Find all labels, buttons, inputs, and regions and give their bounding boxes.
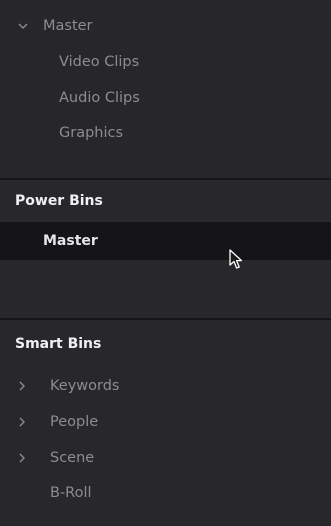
sub-bin-audio-clips[interactable]: Audio Clips bbox=[0, 84, 331, 112]
master-bin-label: Master bbox=[43, 18, 93, 34]
sub-bin-video-clips[interactable]: Video Clips bbox=[0, 48, 331, 76]
smart-bins-header: Smart Bins bbox=[0, 330, 331, 358]
power-bins-title: Power Bins bbox=[15, 193, 103, 209]
sub-bin-label: Audio Clips bbox=[59, 90, 140, 106]
power-bins-header: Power Bins bbox=[0, 187, 331, 215]
mouse-cursor-icon bbox=[229, 249, 245, 271]
sub-bin-label: Graphics bbox=[59, 125, 124, 141]
smart-bin-label: B-Roll bbox=[50, 485, 92, 501]
smart-bin-label: Keywords bbox=[50, 378, 120, 394]
smart-bins-title: Smart Bins bbox=[15, 336, 102, 352]
chevron-right-icon[interactable] bbox=[16, 380, 28, 392]
smart-bins-panel: Smart Bins Keywords People Scene B-Roll bbox=[0, 320, 331, 526]
power-bin-label: Master bbox=[43, 233, 98, 249]
chevron-right-icon[interactable] bbox=[16, 416, 28, 428]
smart-bin-label: People bbox=[50, 414, 99, 430]
sub-bin-graphics[interactable]: Graphics bbox=[0, 119, 331, 147]
smart-bin-b-roll[interactable]: B-Roll bbox=[0, 479, 331, 507]
power-bin-master[interactable]: Master bbox=[0, 222, 331, 260]
master-bins-panel: Master Video Clips Audio Clips Graphics bbox=[0, 0, 331, 178]
smart-bin-keywords[interactable]: Keywords bbox=[0, 372, 331, 400]
sub-bin-label: Video Clips bbox=[59, 54, 140, 70]
smart-bin-label: Scene bbox=[50, 450, 95, 466]
smart-bin-people[interactable]: People bbox=[0, 408, 331, 436]
master-bin-row[interactable]: Master bbox=[0, 12, 331, 40]
power-bins-panel: Power Bins Master bbox=[0, 180, 331, 318]
chevron-right-icon[interactable] bbox=[16, 452, 28, 464]
chevron-down-icon[interactable] bbox=[17, 20, 29, 32]
smart-bin-scene[interactable]: Scene bbox=[0, 444, 331, 472]
